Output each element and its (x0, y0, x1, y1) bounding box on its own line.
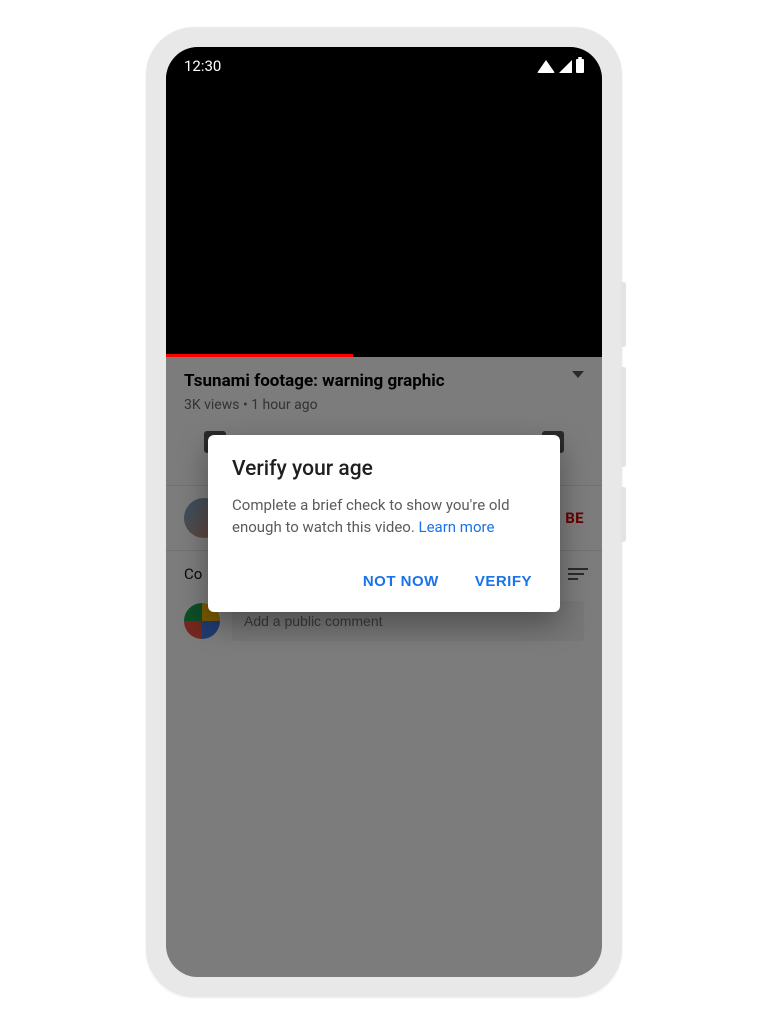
status-icons (537, 59, 584, 73)
battery-icon (576, 59, 584, 73)
cellular-icon (559, 60, 572, 73)
phone-frame: 12:30 Tsunami footage: warning graphic 3… (146, 27, 622, 997)
dialog-actions: NOT NOW VERIFY (232, 565, 536, 598)
screen: 12:30 Tsunami footage: warning graphic 3… (166, 47, 602, 977)
dialog-title: Verify your age (232, 457, 536, 481)
page-root: 12:30 Tsunami footage: warning graphic 3… (0, 0, 768, 1024)
learn-more-link[interactable]: Learn more (419, 518, 495, 536)
volume-button (621, 367, 626, 467)
dialog-body: Complete a brief check to show you're ol… (232, 495, 536, 539)
wifi-icon (537, 60, 555, 73)
age-verify-dialog: Verify your age Complete a brief check t… (208, 435, 560, 612)
not-now-button[interactable]: NOT NOW (359, 565, 443, 598)
status-time: 12:30 (184, 57, 221, 75)
power-button (621, 282, 626, 347)
verify-button[interactable]: VERIFY (471, 565, 536, 598)
status-bar: 12:30 (184, 57, 584, 75)
side-button (621, 487, 626, 542)
video-player[interactable]: 12:30 (166, 47, 602, 357)
